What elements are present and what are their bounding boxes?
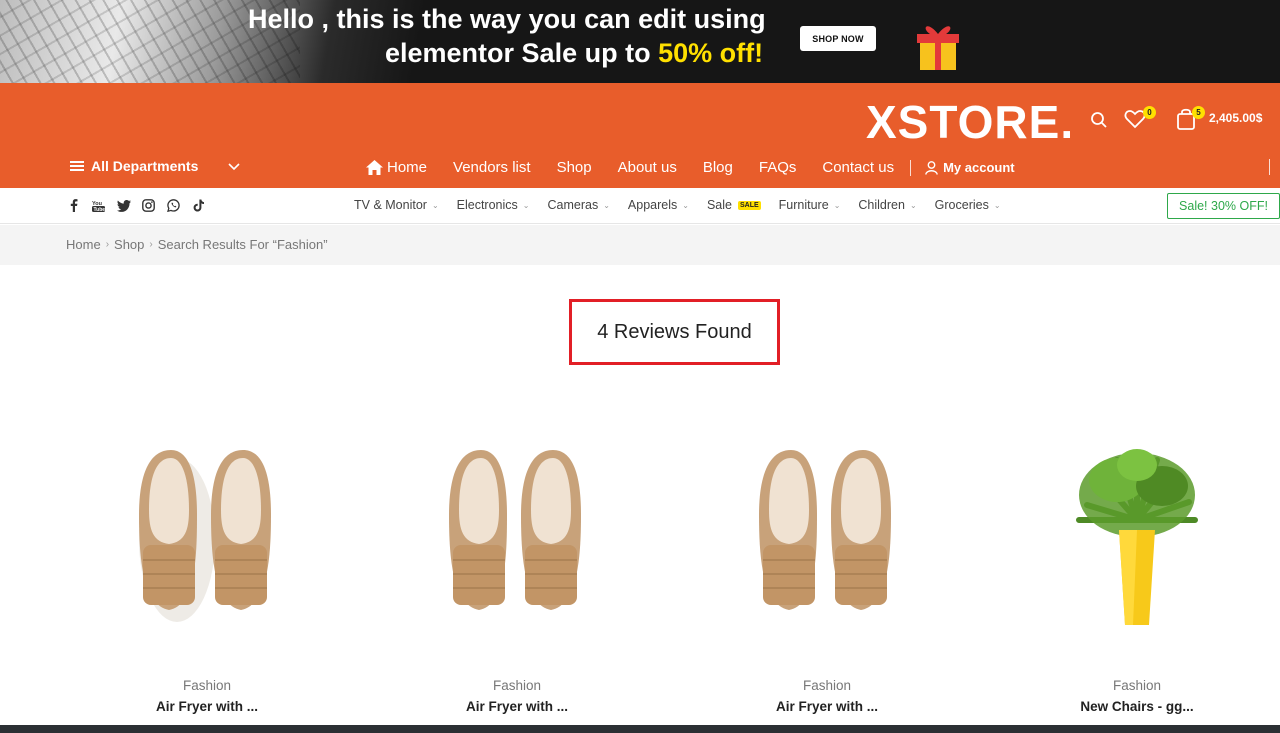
category-label: Electronics <box>456 198 518 212</box>
product-card[interactable]: Fashion Air Fryer with ... <box>77 400 337 725</box>
category-bar: You Tube TV & Monitor ⌄ Electronics ⌄ Camer… <box>0 188 1280 224</box>
chevron-down-icon: ⌄ <box>603 200 610 210</box>
banner-discount: 50% off! <box>658 38 764 68</box>
category-label: TV & Monitor <box>354 198 427 212</box>
breadcrumb-shop[interactable]: Shop <box>114 237 144 252</box>
results-highlight-box: 4 Reviews Found <box>569 299 780 365</box>
category-menu: TV & Monitor ⌄ Electronics ⌄ Cameras ⌄ Appa… <box>354 198 1019 212</box>
chevron-right-icon: › <box>105 239 110 250</box>
product-image-shoes[interactable] <box>697 420 957 630</box>
category-electronics[interactable]: Electronics ⌄ <box>457 198 530 212</box>
product-title[interactable]: Air Fryer with ... <box>697 699 957 714</box>
breadcrumb-bar: Home › Shop › Search Results For “Fashio… <box>0 225 1280 265</box>
breadcrumb-current: Search Results For “Fashion” <box>157 237 328 252</box>
my-account-link[interactable]: My account <box>925 160 1015 175</box>
category-sale[interactable]: Sale SALE <box>707 198 761 212</box>
home-icon <box>366 160 383 175</box>
nav-contact-us[interactable]: Contact us <box>822 159 894 176</box>
product-card[interactable]: Fashion New Chairs - gg... <box>1007 400 1267 725</box>
results-heading: 4 Reviews Found <box>597 321 752 343</box>
category-tv-monitor[interactable]: TV & Monitor ⌄ <box>354 198 439 212</box>
category-label: Sale <box>706 198 732 212</box>
main-navigation: Home Vendors list Shop About us Blog FAQ… <box>366 159 1015 176</box>
category-furniture[interactable]: Furniture ⌄ <box>779 198 841 212</box>
chevron-down-icon: ⌄ <box>682 200 689 210</box>
nav-blog[interactable]: Blog <box>703 159 733 176</box>
product-image-shoes[interactable] <box>77 420 337 630</box>
search-icon[interactable] <box>1090 111 1108 129</box>
category-children[interactable]: Children ⌄ <box>858 198 916 212</box>
promo-banner: Hello , this is the way you can edit usi… <box>0 0 1280 83</box>
hamburger-icon <box>70 161 84 171</box>
nav-faqs[interactable]: FAQs <box>759 159 797 176</box>
wishlist-count-badge: 0 <box>1143 106 1156 119</box>
tiktok-icon[interactable] <box>191 198 206 213</box>
site-logo[interactable]: XSTORE. <box>866 95 1074 149</box>
nav-divider <box>910 159 912 176</box>
cart-count-badge: 5 <box>1192 106 1205 119</box>
chevron-down-icon: ⌄ <box>833 200 841 210</box>
category-cameras[interactable]: Cameras ⌄ <box>547 198 609 212</box>
whatsapp-icon[interactable] <box>166 198 181 213</box>
category-groceries[interactable]: Groceries ⌄ <box>935 198 1001 212</box>
breadcrumb: Home › Shop › Search Results For “Fashio… <box>66 237 328 252</box>
product-card[interactable]: Fashion Air Fryer with ... <box>387 400 647 725</box>
breadcrumb-home[interactable]: Home <box>66 237 101 252</box>
site-header: XSTORE. 0 5 2,405.00$ All Departments Ho… <box>0 83 1280 188</box>
category-label: Furniture <box>778 198 829 212</box>
product-image-shoes[interactable] <box>387 420 647 630</box>
chevron-down-icon: ⌄ <box>522 200 530 210</box>
category-apparels[interactable]: Apparels ⌄ <box>628 198 689 212</box>
user-icon <box>925 160 938 175</box>
product-card[interactable]: Fashion Air Fryer with ... <box>697 400 957 725</box>
nav-home-label: Home <box>387 159 428 176</box>
product-category[interactable]: Fashion <box>697 678 957 693</box>
product-category[interactable]: Fashion <box>387 678 647 693</box>
twitter-icon[interactable] <box>116 198 131 213</box>
product-title[interactable]: Air Fryer with ... <box>77 699 337 714</box>
chevron-down-icon: ⌄ <box>909 200 917 210</box>
chevron-down-icon: ⌄ <box>431 200 439 210</box>
chevron-down-icon: ⌄ <box>993 200 1001 210</box>
product-category[interactable]: Fashion <box>1007 678 1267 693</box>
all-departments-menu[interactable]: All Departments <box>70 158 198 174</box>
product-category[interactable]: Fashion <box>77 678 337 693</box>
category-label: Cameras <box>547 198 599 212</box>
category-label: Children <box>858 198 905 212</box>
header-divider <box>1269 159 1270 175</box>
instagram-icon[interactable] <box>141 198 156 213</box>
product-title[interactable]: New Chairs - gg... <box>1007 699 1267 714</box>
svg-text:Tube: Tube <box>94 207 106 212</box>
nav-home[interactable]: Home <box>366 159 427 176</box>
product-image-potted-plant[interactable] <box>1007 420 1267 630</box>
gift-icon <box>917 26 959 70</box>
cart-total[interactable]: 2,405.00$ <box>1209 111 1262 125</box>
chevron-down-icon[interactable] <box>228 163 240 171</box>
sale-badge: SALE <box>737 200 761 210</box>
facebook-icon[interactable] <box>66 198 81 213</box>
nav-about-us[interactable]: About us <box>618 159 677 176</box>
my-account-label: My account <box>943 160 1015 175</box>
banner-headline-prefix: elementor Sale up to <box>385 38 659 68</box>
os-taskbar <box>0 725 1280 733</box>
chevron-right-icon: › <box>149 239 153 250</box>
banner-headline-line1: Hello , this is the way you can edit usi… <box>248 4 766 34</box>
product-title[interactable]: Air Fryer with ... <box>387 699 647 714</box>
nav-vendors-list[interactable]: Vendors list <box>453 159 531 176</box>
category-label: Groceries <box>934 198 989 212</box>
social-links: You Tube <box>66 198 206 213</box>
sale-30-off-button[interactable]: Sale! 30% OFF! <box>1167 193 1280 219</box>
banner-headline-line2: elementor Sale up to 50% off! <box>385 38 763 69</box>
youtube-icon[interactable]: You Tube <box>91 198 106 213</box>
category-label: Apparels <box>627 198 678 212</box>
all-departments-label: All Departments <box>91 158 199 174</box>
nav-shop[interactable]: Shop <box>557 159 592 176</box>
shop-now-button[interactable]: SHOP NOW <box>800 26 876 51</box>
